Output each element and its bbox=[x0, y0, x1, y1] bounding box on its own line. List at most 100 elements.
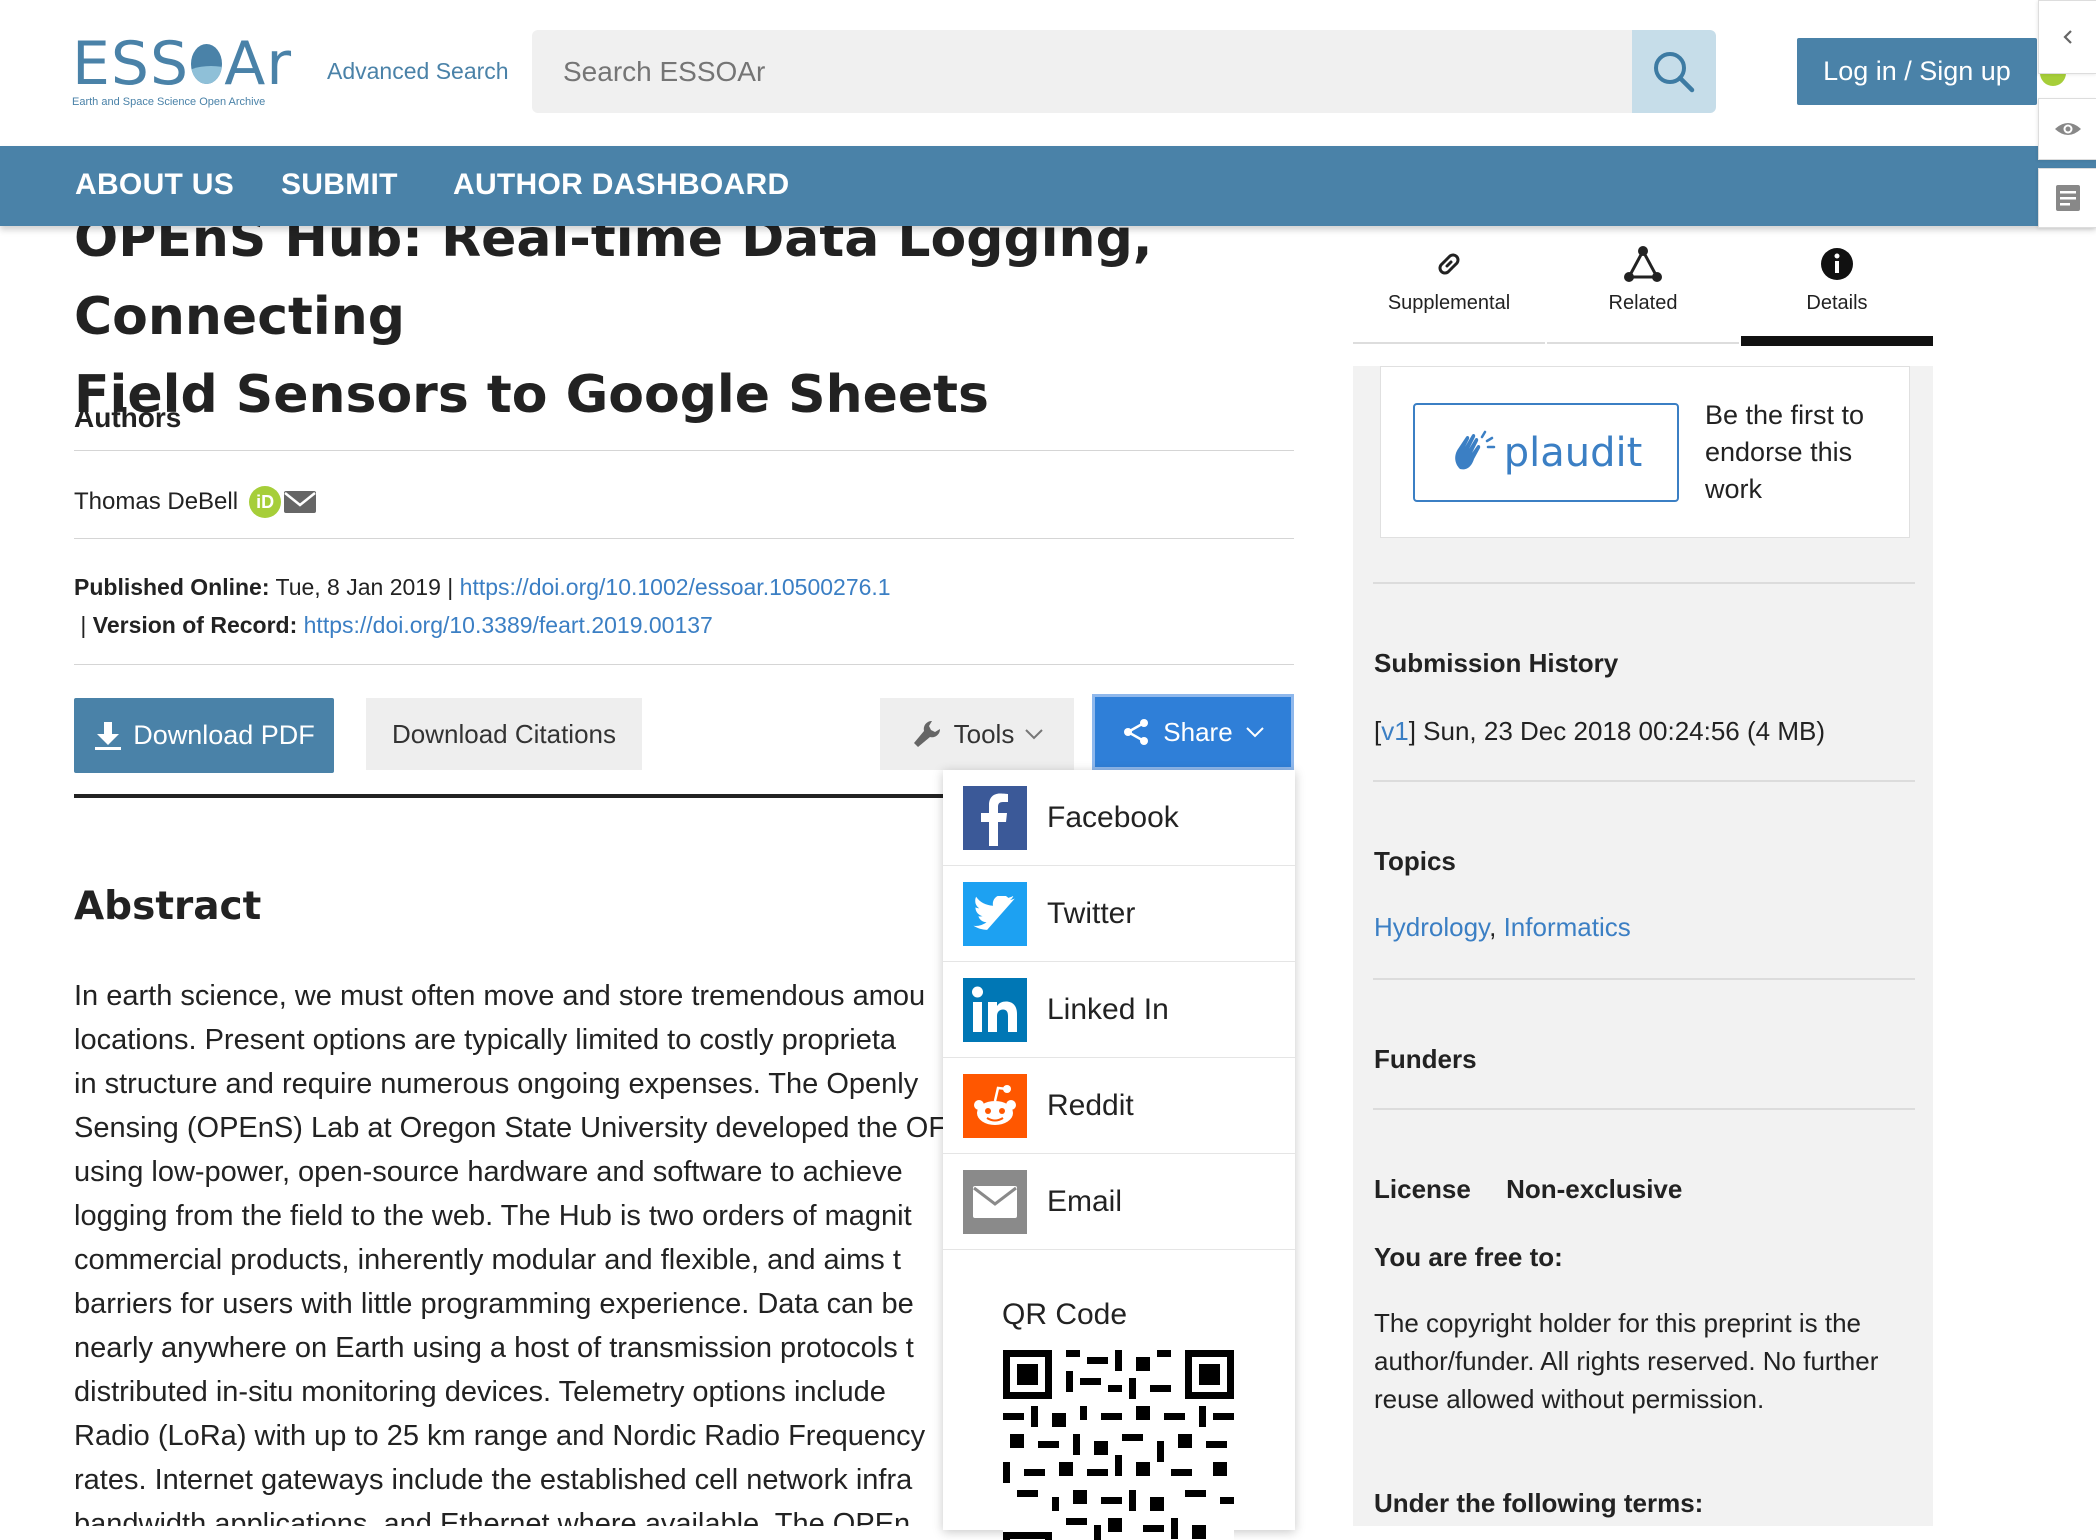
search-input[interactable] bbox=[532, 54, 1465, 89]
license-heading: License Non-exclusive bbox=[1374, 1174, 1682, 1205]
divider bbox=[74, 450, 1294, 451]
divider bbox=[1373, 1108, 1915, 1110]
chevron-down-icon bbox=[1245, 727, 1264, 738]
tab-related-label: Related bbox=[1608, 292, 1678, 314]
tab-active-indicator bbox=[1741, 336, 1933, 346]
published-label: Published Online: bbox=[74, 574, 270, 600]
share-email-label: Email bbox=[1047, 1184, 1123, 1218]
tab-details[interactable]: Details bbox=[1741, 230, 1933, 342]
separator: | bbox=[447, 574, 454, 600]
divider bbox=[74, 664, 1294, 665]
download-pdf-label: Download PDF bbox=[133, 720, 315, 750]
share-dropdown-button[interactable]: Share bbox=[1092, 694, 1294, 770]
plaudit-widget: plaudit Be the first to endorse this wor… bbox=[1380, 366, 1910, 538]
version-of-record-label: Version of Record: bbox=[92, 612, 298, 638]
tab-related[interactable]: Related bbox=[1547, 230, 1739, 342]
wrench-icon bbox=[913, 720, 940, 747]
tab-supplemental[interactable]: Supplemental bbox=[1353, 230, 1545, 342]
download-citations-button[interactable]: Download Citations bbox=[366, 698, 642, 770]
comma: , bbox=[1489, 912, 1504, 942]
publication-info: Published Online: Tue, 8 Jan 2019 | http… bbox=[74, 568, 954, 644]
linkedin-icon bbox=[963, 977, 1027, 1042]
submission-date: Sun, 23 Dec 2018 00:24:56 (4 MB) bbox=[1423, 716, 1825, 746]
endorse-text: Be the first to endorse this work bbox=[1705, 400, 1865, 504]
topic-link[interactable]: Hydrology bbox=[1374, 912, 1489, 942]
bracket: ] bbox=[1408, 716, 1416, 746]
tab-underline bbox=[1353, 342, 1545, 344]
article-title-line-2: Field Sensors to Google Sheets bbox=[74, 365, 989, 425]
section-rule bbox=[74, 794, 944, 798]
nav-submit[interactable]: SUBMIT bbox=[281, 168, 398, 202]
share-facebook[interactable]: Facebook bbox=[943, 770, 1295, 866]
nav-author-dashboard[interactable]: AUTHOR DASHBOARD bbox=[453, 168, 789, 202]
orcid-icon[interactable]: iD bbox=[249, 486, 282, 518]
site-header: ESS Ar Earth and Space Science Open Archi… bbox=[0, 0, 2096, 146]
author-row: Thomas DeBell iD bbox=[74, 486, 317, 518]
notes-icon bbox=[2056, 185, 2080, 211]
sidebar-tabs: Supplemental Related Details bbox=[1353, 230, 1933, 346]
tools-label: Tools bbox=[953, 718, 1015, 749]
topics-list: Hydrology, Informatics bbox=[1374, 912, 1631, 943]
divider bbox=[1373, 978, 1915, 980]
plaudit-endorse-button[interactable]: plaudit bbox=[1413, 403, 1679, 502]
share-linkedin-label: Linked In bbox=[1047, 992, 1169, 1026]
login-signup-button[interactable]: Log in / Sign up bbox=[1797, 38, 2037, 105]
email-icon bbox=[963, 1169, 1027, 1234]
logo-subtitle: Earth and Space Science Open Archive bbox=[72, 96, 266, 108]
download-pdf-button[interactable]: Download PDF bbox=[74, 698, 334, 773]
plaudit-label: plaudit bbox=[1503, 429, 1643, 476]
doi-link[interactable]: https://doi.org/10.1002/essoar.10500276.… bbox=[460, 574, 891, 600]
tab-supplemental-label: Supplemental bbox=[1387, 292, 1511, 314]
search-icon bbox=[1654, 51, 1695, 92]
qr-code-image bbox=[1003, 1350, 1234, 1540]
logo-globe-icon bbox=[191, 44, 223, 84]
search-button[interactable] bbox=[1632, 30, 1716, 113]
article-title: OPEnS Hub: Real-time Data Logging, Conne… bbox=[74, 200, 1274, 434]
share-twitter-label: Twitter bbox=[1047, 896, 1136, 930]
collapse-panel-tab[interactable] bbox=[2038, 0, 2096, 74]
view-tab[interactable] bbox=[2038, 98, 2096, 160]
nav-about-us[interactable]: ABOUT US bbox=[75, 168, 234, 202]
network-icon bbox=[1623, 244, 1663, 284]
share-reddit[interactable]: Reddit bbox=[943, 1058, 1295, 1154]
terms-heading: Under the following terms: bbox=[1374, 1488, 1704, 1518]
abstract-heading: Abstract bbox=[74, 884, 262, 929]
license-text: The copyright holder for this preprint i… bbox=[1374, 1308, 1879, 1414]
info-icon bbox=[1820, 244, 1854, 284]
free-to-heading: You are free to: bbox=[1374, 1242, 1563, 1272]
chevron-left-icon bbox=[2063, 30, 2072, 44]
tab-underline bbox=[1547, 342, 1739, 344]
email-author-icon[interactable] bbox=[283, 488, 317, 516]
version-link[interactable]: v1 bbox=[1381, 716, 1408, 746]
logo-text-right: Ar bbox=[224, 29, 292, 99]
share-menu: Facebook Twitter Linked In Reddit Email … bbox=[943, 770, 1295, 1540]
license-label: License bbox=[1374, 1174, 1471, 1204]
license-value: Non-exclusive bbox=[1506, 1174, 1683, 1204]
share-linkedin[interactable]: Linked In bbox=[943, 962, 1295, 1058]
topic-link[interactable]: Informatics bbox=[1504, 912, 1631, 942]
author-name: Thomas DeBell bbox=[74, 488, 239, 515]
link-icon bbox=[1434, 244, 1464, 284]
published-date: Tue, 8 Jan 2019 bbox=[275, 574, 441, 600]
eye-icon bbox=[2055, 123, 2081, 135]
download-icon bbox=[95, 721, 122, 750]
submission-history-entry: [v1] Sun, 23 Dec 2018 00:24:56 (4 MB) bbox=[1374, 716, 1825, 747]
divider bbox=[1373, 582, 1915, 584]
search-bar bbox=[532, 30, 1632, 113]
tools-dropdown-button[interactable]: Tools bbox=[880, 698, 1074, 770]
version-of-record-link[interactable]: https://doi.org/10.3389/feart.2019.00137 bbox=[304, 612, 713, 638]
notes-tab[interactable] bbox=[2038, 168, 2096, 228]
divider bbox=[1373, 780, 1915, 782]
divider bbox=[74, 538, 1294, 539]
share-twitter[interactable]: Twitter bbox=[943, 866, 1295, 962]
share-email[interactable]: Email bbox=[943, 1154, 1295, 1250]
tab-details-label: Details bbox=[1806, 292, 1868, 314]
essoar-logo[interactable]: ESS Ar Earth and Space Science Open Archi… bbox=[72, 29, 292, 108]
share-label: Share bbox=[1163, 716, 1233, 747]
topics-heading: Topics bbox=[1374, 846, 1456, 876]
share-icon bbox=[1124, 719, 1149, 745]
clapping-hands-icon bbox=[1454, 430, 1495, 469]
funders-heading: Funders bbox=[1374, 1044, 1477, 1074]
facebook-icon bbox=[963, 785, 1027, 850]
advanced-search-link[interactable]: Advanced Search bbox=[327, 58, 509, 85]
